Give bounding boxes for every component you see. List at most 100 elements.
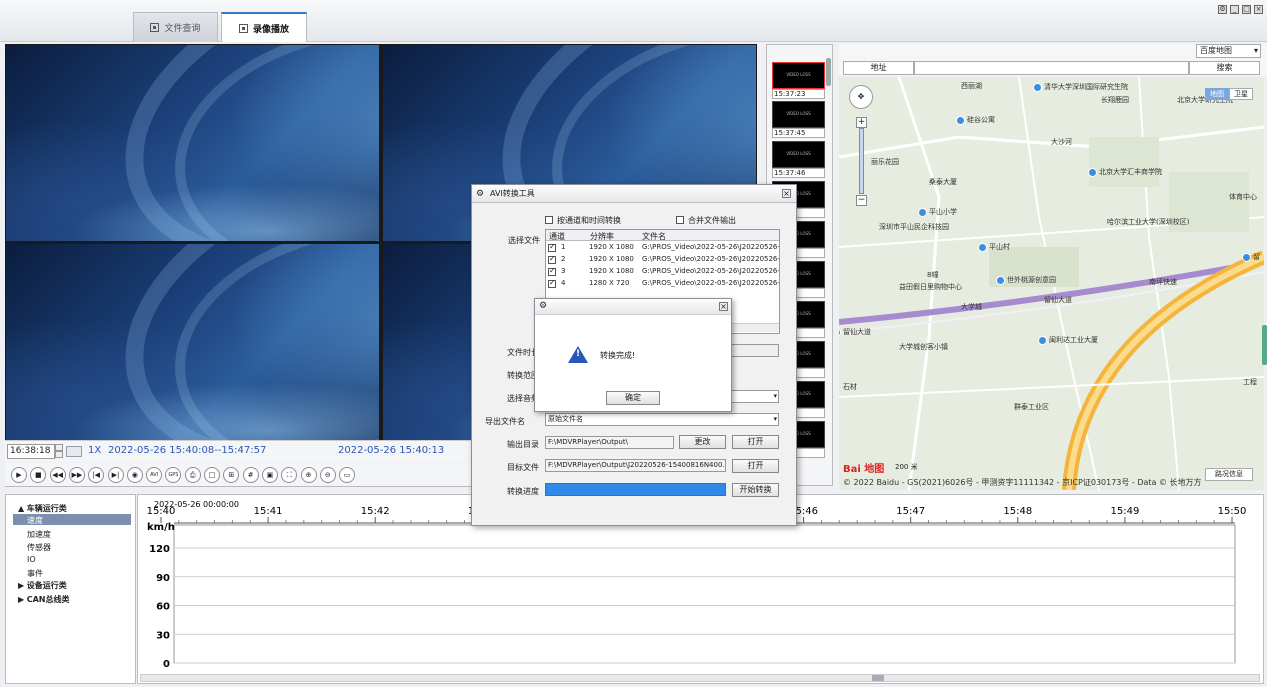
thumbnail[interactable]: VIDEO LOSS (772, 141, 825, 168)
zoom-out-button[interactable]: ⊖ (319, 467, 336, 483)
nine-view-button[interactable]: # (242, 467, 259, 483)
chart-scrollbar[interactable] (140, 674, 1260, 682)
tree-item-speed[interactable]: 速度 (27, 515, 43, 526)
map-poi-icon[interactable] (1038, 336, 1047, 345)
tree-item-sensor[interactable]: 传感器 (27, 542, 51, 553)
table-cell: 1920 X 1080 (589, 267, 634, 275)
record-mark-button[interactable]: ▭ (339, 467, 356, 483)
video-channel-3[interactable] (6, 244, 379, 440)
snapshot-button[interactable]: ◉ (126, 467, 143, 483)
map-pan-control[interactable]: ✥ (849, 85, 873, 109)
avi-button[interactable]: AVI (146, 467, 163, 483)
map-poi-icon[interactable] (1242, 253, 1251, 262)
close-button[interactable]: × (1254, 5, 1263, 14)
map-label: 深圳市平山民企科技园 (879, 223, 949, 231)
play-button[interactable]: ▶ (11, 467, 27, 483)
ok-button[interactable]: 确定 (606, 391, 660, 405)
step-back-icon: |◀ (92, 471, 101, 479)
traffic-info-button[interactable]: 路况信息 (1205, 468, 1253, 481)
map-copyright: © 2022 Baidu - GS(2021)6026号 - 甲测资字11111… (843, 478, 1202, 487)
full-window-button[interactable]: ▣ (261, 467, 278, 483)
message-close-button[interactable]: × (719, 302, 728, 311)
export-name-select[interactable]: 原始文件名 ▾ (545, 413, 779, 426)
tree-item-acceleration[interactable]: 加速度 (27, 529, 51, 540)
map-poi-icon[interactable] (1033, 83, 1042, 92)
map-label: 体育中心 (1229, 193, 1257, 201)
thumbnail[interactable]: VIDEO LOSS (772, 62, 825, 89)
address-input[interactable] (914, 61, 1189, 75)
map-label: 长翔鹿园 (1101, 96, 1129, 104)
change-dir-button[interactable]: 更改 (679, 435, 726, 449)
fast-forward-icon: ▶▶ (71, 471, 83, 479)
channel-time-label: 按通道和时间转换 (557, 216, 621, 225)
open-dir-button[interactable]: 打开 (732, 435, 779, 449)
time-spin-up[interactable] (55, 444, 63, 451)
fast-forward-button[interactable]: ▶▶ (68, 467, 85, 483)
zoom-in-button[interactable]: + (856, 117, 867, 128)
map-type-satellite[interactable]: 卫星 (1229, 88, 1253, 100)
time-spin-down[interactable] (55, 451, 63, 458)
chevron-down-icon: ▾ (773, 415, 777, 423)
single-view-button[interactable]: □ (204, 467, 220, 483)
map-poi-icon[interactable] (918, 208, 927, 217)
row-checkbox[interactable] (548, 266, 556, 276)
stop-icon: ■ (34, 471, 42, 479)
row-checkbox[interactable] (548, 278, 556, 288)
start-convert-button[interactable]: 开始转换 (732, 483, 779, 497)
map-provider-select[interactable]: 百度地图 (1196, 44, 1261, 58)
map-poi-icon[interactable] (996, 276, 1005, 285)
map-label: 石材 (843, 383, 857, 391)
merge-output-checkbox[interactable] (676, 216, 684, 224)
audio-select[interactable]: ▾ (731, 390, 779, 403)
x-tick-label: 15:48 (1003, 506, 1032, 517)
dialog-close-button[interactable]: × (782, 189, 791, 198)
zoom-out-button[interactable]: − (856, 195, 867, 206)
table-cell: 1920 X 1080 (589, 255, 634, 263)
x-tick-label: 15:42 (361, 506, 390, 517)
row-checkbox[interactable] (548, 254, 556, 264)
thumbnail-caption: VIDEO LOSS (786, 151, 811, 156)
map-label: 丽乐花园 (871, 158, 899, 166)
step-forward-button[interactable]: ▶| (107, 467, 124, 483)
tree-item-device[interactable]: ▶ 设备运行类 (18, 580, 67, 591)
tree-item-io[interactable]: IO (27, 555, 36, 564)
jump-button[interactable] (66, 446, 82, 457)
row-checkbox[interactable] (548, 242, 556, 252)
time-input[interactable]: 16:38:18 (7, 444, 55, 459)
zoom-in-button[interactable]: ⊕ (300, 467, 317, 483)
thumbnail[interactable]: VIDEO LOSS (772, 101, 825, 128)
select-file-label: 选择文件 (508, 236, 540, 245)
map-label: 西丽湖 (961, 82, 982, 90)
output-dir-field[interactable]: F:\MDVRPlayer\Output\ (545, 436, 674, 449)
channel-time-checkbox[interactable] (545, 216, 553, 224)
map-search-button[interactable]: 搜索 (1189, 61, 1260, 75)
thumbnail-scrollbar[interactable] (826, 58, 831, 86)
tree-item-event[interactable]: 事件 (27, 568, 43, 579)
map-type-map[interactable]: 地图 (1205, 88, 1229, 100)
map-poi-icon[interactable] (1088, 168, 1097, 177)
map-poi-icon[interactable] (956, 116, 965, 125)
address-label: 地址 (843, 61, 914, 75)
map-poi-icon[interactable] (978, 243, 987, 252)
map-label: 北京大学汇丰商学院 (1099, 168, 1162, 176)
map-label: 大学城 (961, 303, 982, 311)
map-right-handle[interactable] (1262, 325, 1267, 365)
tab-file-query[interactable]: 文件查询 (133, 12, 218, 42)
tree-item-can[interactable]: ▶ CAN总线类 (18, 594, 69, 605)
progress-label: 转换进度 (507, 487, 539, 496)
rewind-button[interactable]: ◀◀ (49, 467, 66, 483)
open-target-button[interactable]: 打开 (732, 459, 779, 473)
map-label: 留仙大道 (1044, 296, 1072, 304)
map-view[interactable]: 西丽湖 清华大学深圳国际研究生院 长翔鹿园 北京大学研究生院 硅谷公寓 大沙河 丽乐花园 北京… (839, 77, 1264, 490)
chart-scroll-thumb[interactable] (872, 675, 884, 681)
tab-video-playback[interactable]: 录像播放 (221, 12, 307, 42)
minimize-button[interactable]: _ (1230, 5, 1239, 14)
target-file-field[interactable]: F:\MDVRPlayer\Output\J20220526-15400816N… (545, 459, 726, 472)
video-channel-1[interactable] (6, 45, 379, 241)
maximize-button[interactable]: □ (1242, 5, 1251, 14)
file-search-icon (150, 23, 160, 32)
zoom-slider[interactable] (859, 128, 864, 194)
print-button[interactable]: ⎙ (184, 467, 201, 483)
settings-window-button[interactable]: ⚙ (1218, 5, 1227, 14)
tree-item-vehicle[interactable]: ▲ 车辆运行类 (18, 503, 67, 514)
